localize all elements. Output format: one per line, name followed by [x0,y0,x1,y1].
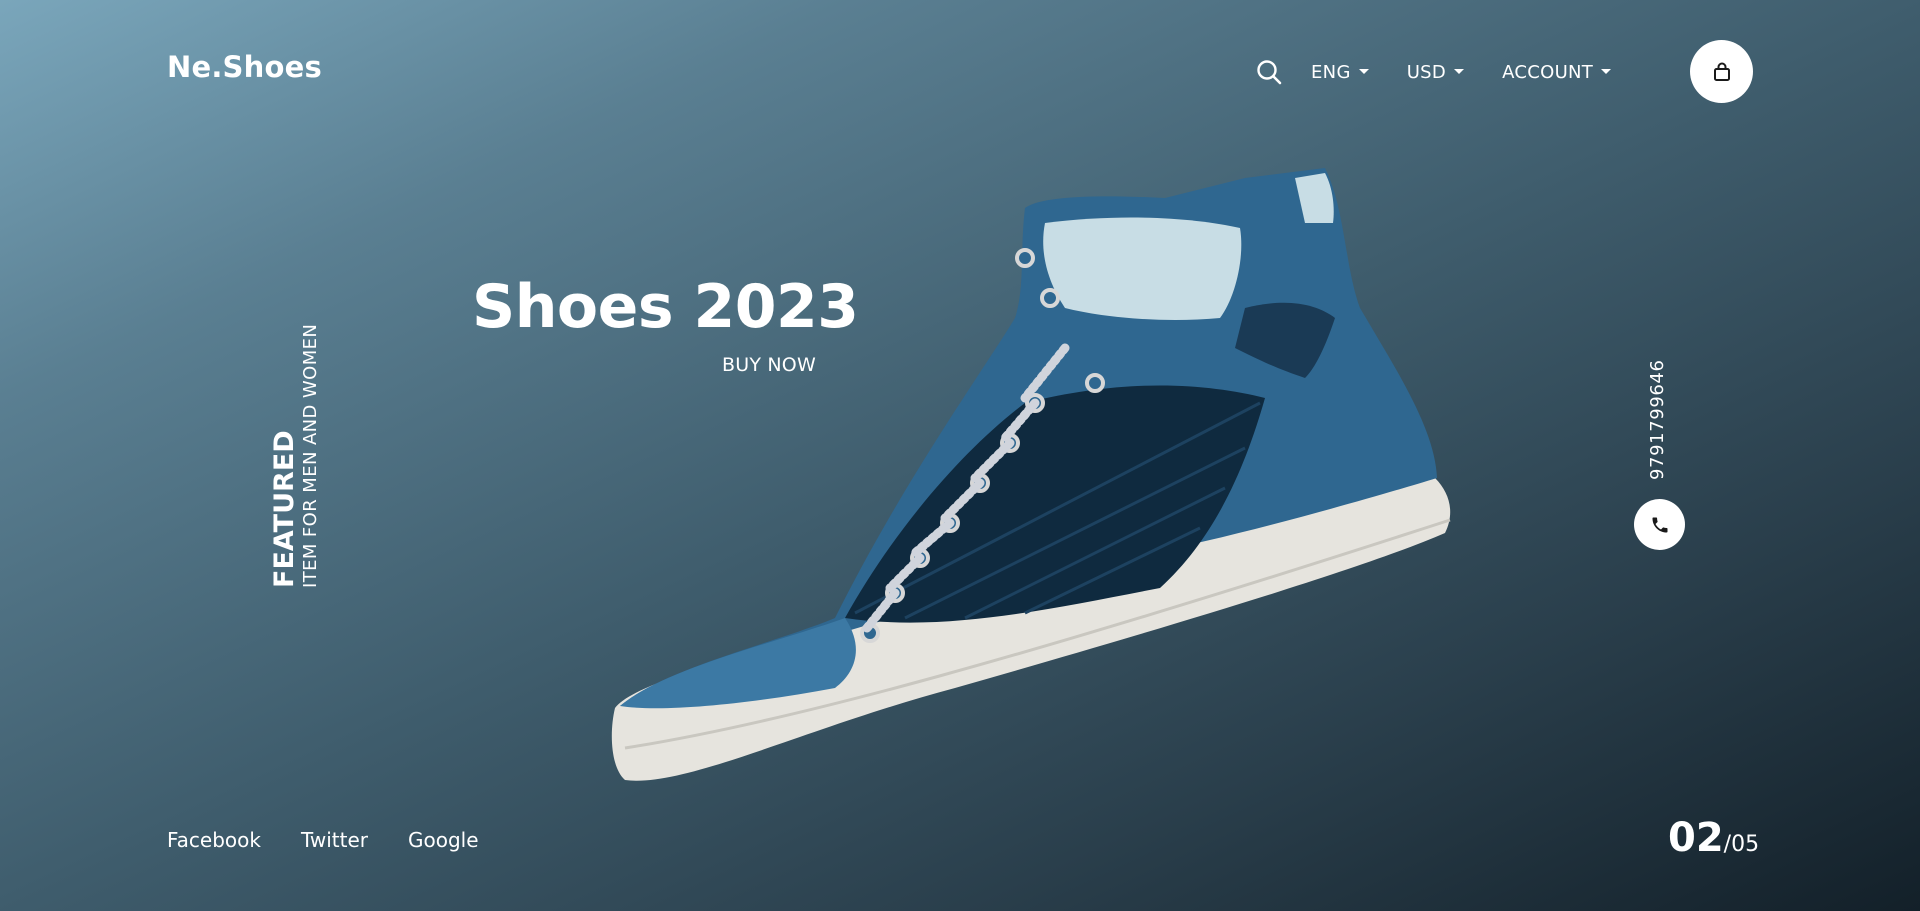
brand-logo[interactable]: Ne.Shoes [167,50,322,84]
currency-label: USD [1406,61,1447,83]
featured-label: FEATURED ITEM FOR MEN AND WOMEN [269,323,322,588]
chevron-down-icon [1358,68,1369,74]
featured-subtitle: ITEM FOR MEN AND WOMEN [300,323,321,588]
google-link[interactable]: Google [408,828,479,852]
shoe-image [611,168,1451,781]
language-dropdown[interactable]: ENG [1311,62,1369,83]
cart-button[interactable] [1690,40,1753,103]
search-icon[interactable] [1255,58,1283,86]
total-slides: 05 [1731,832,1760,857]
phone-button[interactable] [1634,499,1685,550]
phone-icon [1652,517,1667,532]
twitter-link[interactable]: Twitter [301,828,368,852]
slide-counter: 02/05 [1668,815,1759,861]
top-nav: ENG USD ACCOUNT [1255,58,1649,86]
account-label: ACCOUNT [1502,61,1594,83]
phone-number[interactable]: 9791799646 [1647,359,1668,480]
account-dropdown[interactable]: ACCOUNT [1502,61,1612,83]
slide-separator: / [1723,832,1732,857]
facebook-link[interactable]: Facebook [167,828,261,852]
social-links: Facebook Twitter Google [167,828,519,852]
shopping-bag-icon [1713,62,1730,81]
chevron-down-icon [1454,68,1465,74]
featured-title: FEATURED [269,430,300,588]
chevron-down-icon [1601,68,1612,74]
current-slide: 02 [1668,815,1724,861]
currency-dropdown[interactable]: USD [1406,61,1465,83]
language-label: ENG [1311,61,1351,83]
